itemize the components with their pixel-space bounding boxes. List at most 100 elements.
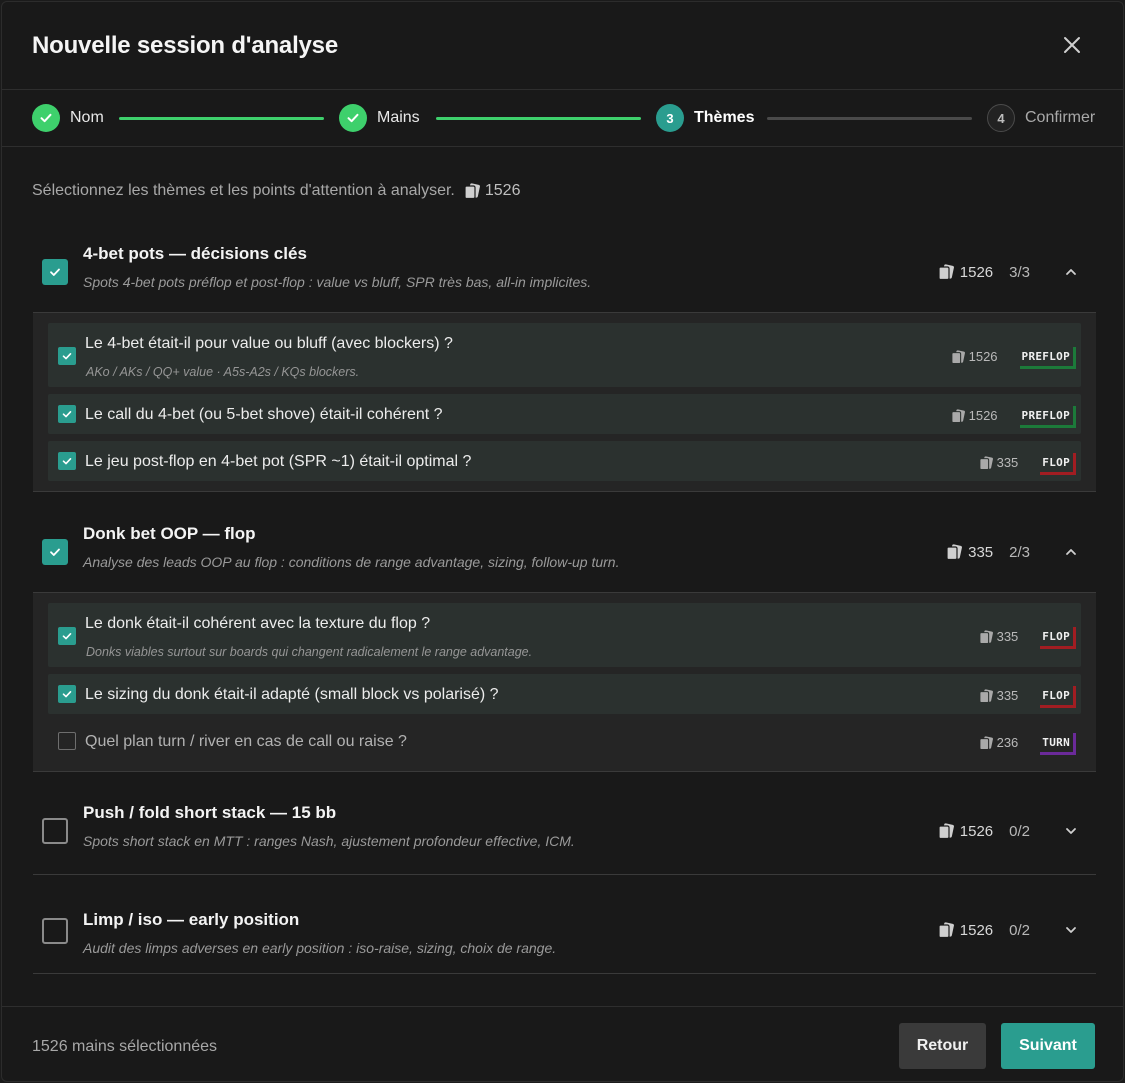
- chevron-down-icon[interactable]: [1064, 923, 1078, 937]
- sub-checkbox[interactable]: [58, 452, 76, 470]
- sub-meta: 236 TURN: [978, 733, 1076, 755]
- check-icon: [62, 411, 72, 418]
- intro-count: 1526: [484, 182, 521, 199]
- sub-count: 1526: [968, 408, 998, 423]
- step-themes[interactable]: 3 Thèmes: [656, 104, 754, 132]
- sub-checkbox[interactable]: [58, 627, 76, 645]
- check-icon: [62, 353, 72, 360]
- theme-title: Donk bet OOP — flop: [83, 524, 256, 543]
- chevron-up-icon[interactable]: [1064, 265, 1078, 279]
- theme-count: 1526: [959, 263, 994, 281]
- chevron-down-icon[interactable]: [1064, 824, 1078, 838]
- back-button[interactable]: Retour: [899, 1023, 986, 1069]
- sub-meta: 335 FLOP: [978, 453, 1076, 475]
- sub-item[interactable]: Le 4-bet était-il pour value ou bluff (a…: [48, 323, 1081, 387]
- theme-ratio: 0/2: [1009, 822, 1030, 840]
- divider: [33, 973, 1096, 974]
- sub-hint: Donks viables surtout sur boards qui cha…: [86, 645, 533, 659]
- theme-header[interactable]: Donk bet OOP — flop Analyse des leads OO…: [33, 512, 1096, 592]
- sub-title: Le sizing du donk était-il adapté (small…: [85, 686, 499, 703]
- dialog-footer: 1526 mains sélectionnées Retour Suivant: [2, 1006, 1123, 1081]
- street-badge: FLOP: [1036, 627, 1076, 649]
- dialog-title: Nouvelle session d'analyse: [32, 32, 338, 59]
- check-icon: [50, 548, 60, 556]
- sub-meta: 335 FLOP: [978, 627, 1076, 649]
- step-label: Confirmer: [1025, 109, 1096, 126]
- theme-description: Spots short stack en MTT : ranges Nash, …: [83, 833, 575, 849]
- street-badge: PREFLOP: [1016, 347, 1077, 369]
- sub-meta: 335 FLOP: [978, 686, 1076, 708]
- step-connector: [436, 117, 641, 120]
- theme-push-fold: Push / fold short stack — 15 bb Spots sh…: [33, 791, 1096, 871]
- new-session-dialog: Nouvelle session d'analyse Nom Mains 3 T…: [1, 1, 1124, 1082]
- sub-count: 1526: [968, 349, 998, 364]
- sub-title: Quel plan turn / river en cas de call ou…: [85, 733, 407, 750]
- theme-checkbox[interactable]: [42, 918, 68, 944]
- sub-meta: 1526 PREFLOP: [950, 406, 1077, 428]
- step-confirm[interactable]: 4 Confirmer: [987, 104, 1095, 132]
- cards-icon: [950, 349, 965, 364]
- street-badge: PREFLOP: [1016, 406, 1077, 428]
- theme-checkbox[interactable]: [42, 259, 68, 285]
- dialog-header: Nouvelle session d'analyse: [2, 2, 1123, 90]
- street-badge: TURN: [1036, 733, 1076, 755]
- theme-items: Le 4-bet était-il pour value ou bluff (a…: [33, 312, 1096, 492]
- theme-4bet-pots: 4-bet pots — décisions clés Spots 4-bet …: [33, 232, 1096, 492]
- sub-item[interactable]: Le donk était-il cohérent avec la textur…: [48, 603, 1081, 667]
- step-number: 3: [656, 104, 684, 132]
- intro-text: Sélectionnez les thèmes et les points d'…: [32, 182, 455, 199]
- sub-checkbox[interactable]: [58, 347, 76, 365]
- theme-title: Limp / iso — early position: [83, 910, 300, 929]
- theme-meta: 1526 3/3: [938, 232, 1030, 312]
- theme-description: Spots 4-bet pots préflop et post-flop : …: [83, 274, 592, 290]
- step-hands[interactable]: Mains: [339, 104, 420, 132]
- sub-item[interactable]: Le jeu post-flop en 4-bet pot (SPR ~1) é…: [48, 441, 1081, 481]
- theme-count: 1526: [959, 921, 994, 939]
- theme-checkbox[interactable]: [42, 539, 68, 565]
- step-name[interactable]: Nom: [32, 104, 104, 132]
- sub-item[interactable]: Le sizing du donk était-il adapté (small…: [48, 674, 1081, 714]
- divider: [33, 874, 1096, 875]
- sub-count: 335: [996, 455, 1019, 470]
- theme-checkbox[interactable]: [42, 818, 68, 844]
- sub-title: Le jeu post-flop en 4-bet pot (SPR ~1) é…: [85, 453, 472, 470]
- check-icon: [339, 104, 367, 132]
- step-connector: [119, 117, 324, 120]
- sub-checkbox[interactable]: [58, 732, 76, 750]
- theme-title: Push / fold short stack — 15 bb: [83, 803, 337, 822]
- theme-ratio: 3/3: [1009, 263, 1030, 281]
- cards-icon: [978, 735, 993, 750]
- check-icon: [50, 268, 60, 276]
- next-button[interactable]: Suivant: [1001, 1023, 1095, 1069]
- theme-ratio: 2/3: [1009, 543, 1030, 561]
- theme-count: 1526: [959, 822, 994, 840]
- check-icon: [62, 633, 72, 640]
- cards-icon: [946, 544, 963, 560]
- step-label: Mains: [377, 109, 420, 126]
- close-icon[interactable]: [1063, 36, 1081, 54]
- sub-count: 335: [996, 629, 1019, 644]
- stepper: Nom Mains 3 Thèmes 4 Confirmer: [2, 90, 1123, 147]
- sub-hint: AKo / AKs / QQ+ value · A5s-A2s / KQs bl…: [86, 365, 360, 379]
- sub-count: 236: [996, 735, 1019, 750]
- theme-header[interactable]: 4-bet pots — décisions clés Spots 4-bet …: [33, 232, 1096, 312]
- sub-item[interactable]: Le call du 4-bet (ou 5-bet shove) était-…: [48, 394, 1081, 434]
- theme-count: 335: [968, 543, 994, 561]
- sub-item[interactable]: Quel plan turn / river en cas de call ou…: [48, 721, 1081, 761]
- sub-checkbox[interactable]: [58, 405, 76, 423]
- chevron-up-icon[interactable]: [1064, 545, 1078, 559]
- sub-title: Le call du 4-bet (ou 5-bet shove) était-…: [85, 406, 443, 423]
- street-badge: FLOP: [1036, 453, 1076, 475]
- theme-header[interactable]: Limp / iso — early position Audit des li…: [33, 890, 1096, 970]
- theme-limp-iso: Limp / iso — early position Audit des li…: [33, 890, 1096, 970]
- step-label: Nom: [70, 109, 104, 126]
- selection-summary: 1526 mains sélectionnées: [32, 1038, 218, 1055]
- theme-header[interactable]: Push / fold short stack — 15 bb Spots sh…: [33, 791, 1096, 871]
- step-connector: [767, 117, 972, 120]
- cards-icon: [464, 183, 480, 199]
- theme-meta: 335 2/3: [946, 512, 1030, 592]
- sub-checkbox[interactable]: [58, 685, 76, 703]
- step-number: 4: [987, 104, 1015, 132]
- theme-meta: 1526 0/2: [938, 890, 1030, 970]
- cards-icon: [938, 264, 954, 280]
